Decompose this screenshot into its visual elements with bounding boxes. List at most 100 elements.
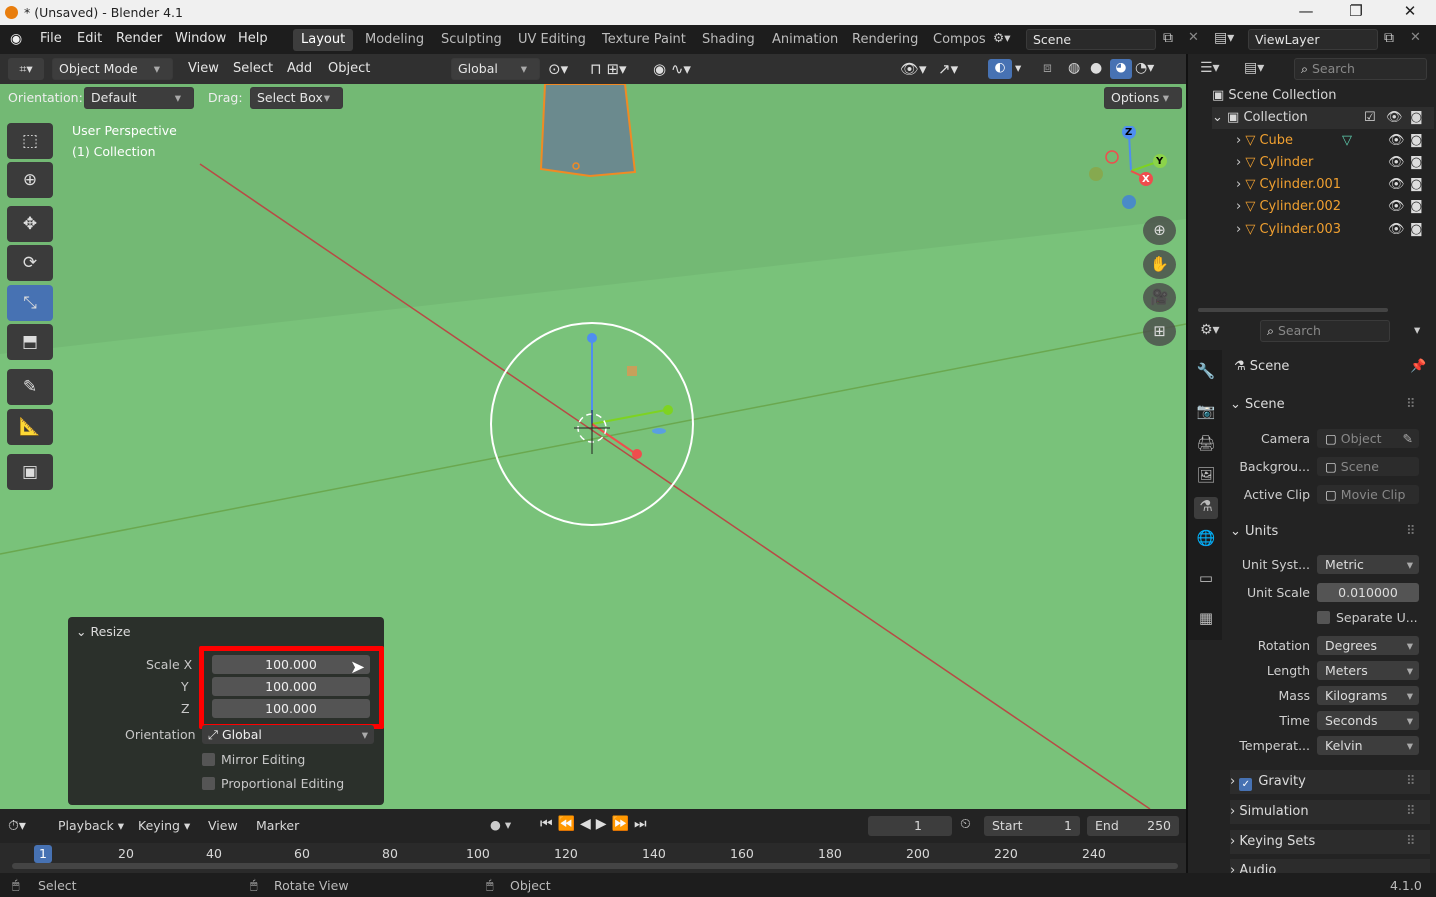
camera-icon[interactable]: ◙ — [1410, 219, 1423, 241]
timeline-ruler[interactable]: 1 20 40 60 80 100 120 140 160 180 200 22… — [0, 843, 1186, 873]
viewport-menu-add[interactable]: Add — [287, 61, 312, 76]
menu-edit[interactable]: Edit — [77, 31, 102, 46]
drag-handle-icon[interactable]: ⠿ — [1406, 393, 1416, 417]
scale-z-field[interactable]: 100.000 — [212, 699, 370, 718]
scene-field[interactable]: Scene — [1026, 29, 1156, 50]
scene-collection-row[interactable]: ▣ Scene Collection — [1212, 85, 1436, 107]
unit-scale-field[interactable]: 0.010000 — [1317, 583, 1419, 602]
active-clip-field[interactable]: ▢ Movie Clip — [1317, 485, 1419, 504]
viewport-menu-view[interactable]: View — [188, 61, 219, 76]
background-field[interactable]: ▢ Scene — [1317, 457, 1419, 476]
end-frame-field[interactable]: End 250 — [1087, 816, 1179, 836]
overlays-icon[interactable]: ◐ — [988, 59, 1012, 79]
new-view-layer-icon[interactable]: ⧉ — [1384, 30, 1394, 46]
outliner-item-cylinder-001[interactable]: › ▽ Cylinder.001 👁 ◙ — [1236, 174, 1436, 196]
maximize-button[interactable]: ❐ — [1336, 2, 1376, 22]
timeline-menu-marker[interactable]: Marker — [256, 818, 299, 833]
drag-handle-icon[interactable]: ⠿ — [1406, 770, 1416, 794]
mirror-editing-checkbox[interactable]: Mirror Editing — [202, 752, 305, 767]
delete-scene-icon[interactable]: ✕ — [1188, 30, 1199, 45]
outliner-item-cylinder-002[interactable]: › ▽ Cylinder.002 👁 ◙ — [1236, 196, 1436, 218]
proportional-editing-checkbox[interactable]: Proportional Editing — [202, 776, 344, 791]
scale-icon[interactable]: ⤡ — [7, 285, 53, 321]
zoom-icon[interactable]: ⊕ — [1143, 216, 1176, 245]
transform-orientation-dropdown[interactable]: Global ▾ — [451, 58, 540, 80]
visibility-icon[interactable]: 👁▾ — [900, 60, 927, 78]
collection-tab-icon[interactable]: ▭ — [1194, 569, 1218, 591]
scene-selector-icon[interactable]: ⚙▾ — [993, 30, 1023, 50]
close-button[interactable]: ✕ — [1390, 2, 1430, 22]
timeline-menu-keying[interactable]: Keying ▾ — [138, 818, 190, 833]
separate-units-checkbox[interactable]: Separate U... — [1317, 610, 1418, 625]
resize-operator-panel[interactable]: ⌄ Resize Scale X 100.000 Y 100.000 Z 100… — [68, 617, 384, 805]
xray-icon[interactable]: ⧈ — [1043, 60, 1052, 76]
render-tab-icon[interactable]: 📷 — [1194, 402, 1218, 424]
separate-units-box[interactable] — [1317, 611, 1330, 624]
move-icon[interactable]: ✥ — [7, 206, 53, 242]
outliner-item-cylinder-003[interactable]: › ▽ Cylinder.003 👁 ◙ — [1236, 219, 1436, 241]
pivot-point-icon[interactable]: ⊙▾ — [548, 60, 568, 78]
mirror-checkbox-box[interactable] — [202, 753, 215, 766]
camera-icon[interactable]: ◙ — [1410, 174, 1423, 196]
outliner-editor-icon[interactable]: ☰▾ — [1200, 60, 1220, 76]
resize-panel-title[interactable]: ⌄ Resize — [76, 624, 131, 639]
tab-shading[interactable]: Shading — [694, 29, 763, 51]
tab-texture-paint[interactable]: Texture Paint — [594, 29, 694, 51]
wireframe-shading-icon[interactable]: ◍ — [1068, 60, 1080, 76]
overlays-dropdown-icon[interactable]: ▾ — [1015, 60, 1021, 75]
eyedropper-icon[interactable]: ✎ — [1403, 429, 1413, 448]
camera-view-icon[interactable]: 🎥 — [1143, 283, 1176, 312]
pan-hand-icon[interactable]: ✋ — [1143, 250, 1176, 279]
add-cube-icon[interactable]: ▣ — [7, 454, 53, 490]
current-frame-field[interactable]: 1 — [868, 816, 952, 836]
object-mode-dropdown[interactable]: Object Mode ▾ — [52, 58, 173, 80]
length-dropdown[interactable]: Meters ▾ — [1317, 661, 1419, 680]
eye-icon[interactable]: 👁 — [1388, 130, 1405, 152]
menu-help[interactable]: Help — [238, 31, 268, 46]
delete-view-layer-icon[interactable]: ✕ — [1410, 30, 1421, 45]
editor-type-icon[interactable]: ⌗▾ — [8, 58, 44, 80]
select-box-icon[interactable]: ⬚ — [7, 123, 53, 159]
view-layer-icon[interactable]: ▤▾ — [1214, 30, 1234, 46]
view-layer-field[interactable]: ViewLayer — [1248, 29, 1378, 50]
solid-shading-icon[interactable]: ● — [1090, 60, 1102, 76]
properties-options-icon[interactable]: ▾ — [1414, 322, 1420, 337]
mass-dropdown[interactable]: Kilograms ▾ — [1317, 686, 1419, 705]
options-dropdown[interactable]: Options ▾ — [1104, 87, 1182, 109]
rendered-shading-icon[interactable]: ◔▾ — [1135, 60, 1154, 76]
timeline[interactable]: ⏱▾ Playback ▾ Keying ▾ View Marker ● ▾ ⏮… — [0, 809, 1186, 873]
checkbox-icon[interactable]: ☑ — [1364, 107, 1376, 129]
tab-compositing[interactable]: Compos — [925, 29, 994, 51]
view-layer-tab-icon[interactable]: 🖼 — [1194, 466, 1218, 488]
units-section-header[interactable]: ⌄ Units ⠿ — [1230, 520, 1430, 544]
drag-handle-icon[interactable]: ⠿ — [1406, 830, 1416, 854]
camera-field[interactable]: ▢ Object ✎ — [1317, 429, 1419, 448]
gizmo-toggle-icon[interactable]: ↗▾ — [938, 60, 958, 78]
scene-tab-icon[interactable]: ⚗ — [1194, 497, 1218, 519]
cursor-icon[interactable]: ⊕ — [7, 162, 53, 198]
drag-dropdown[interactable]: Select Box ▾ — [250, 87, 343, 109]
frame-marker-1[interactable]: 1 — [34, 845, 52, 863]
measure-icon[interactable]: 📐 — [7, 409, 53, 445]
camera-icon[interactable]: ◙ — [1410, 152, 1423, 174]
scale-y-field[interactable]: 100.000 — [212, 677, 370, 696]
outliner-search[interactable]: ⌕ Search — [1294, 58, 1427, 80]
gravity-checkbox[interactable]: ✓ — [1239, 778, 1253, 791]
viewport-menu-select[interactable]: Select — [233, 61, 273, 76]
tab-animation[interactable]: Animation — [764, 29, 846, 51]
eye-icon[interactable]: 👁 — [1388, 219, 1405, 241]
new-scene-icon[interactable]: ⧉ — [1163, 30, 1173, 46]
gravity-section-header[interactable]: › ✓ Gravity ⠿ — [1230, 770, 1430, 794]
menu-render[interactable]: Render — [116, 31, 162, 46]
tool-tab-icon[interactable]: 🔧 — [1194, 362, 1218, 384]
drag-handle-icon[interactable]: ⠿ — [1406, 800, 1416, 824]
time-dropdown[interactable]: Seconds ▾ — [1317, 711, 1419, 730]
rotate-icon[interactable]: ⟳ — [7, 245, 53, 281]
outliner-item-cube[interactable]: › ▽ Cube ▽ 👁 ◙ — [1236, 130, 1436, 152]
world-tab-icon[interactable]: 🌐 — [1194, 529, 1218, 551]
display-mode-icon[interactable]: ▤▾ — [1244, 60, 1264, 76]
orientation-dropdown[interactable]: Default ▾ — [84, 87, 194, 109]
auto-keying-icon[interactable]: ● ▾ — [490, 817, 511, 832]
output-tab-icon[interactable]: 🖨 — [1194, 434, 1218, 456]
camera-icon[interactable]: ◙ — [1410, 107, 1423, 129]
